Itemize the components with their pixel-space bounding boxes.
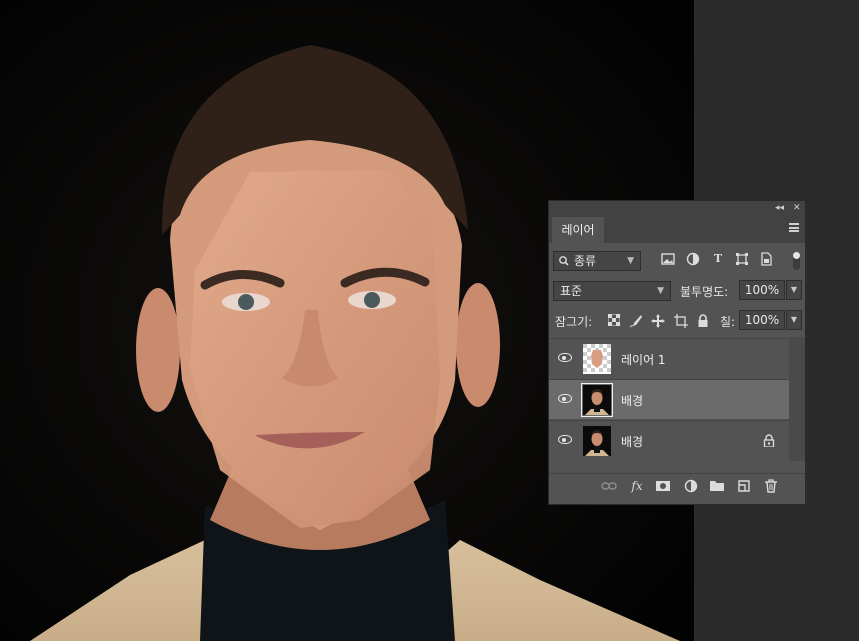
image-filter-icon[interactable] [661, 252, 675, 266]
collapse-panel-button[interactable]: ◂◂ [775, 201, 784, 215]
folder-icon[interactable] [709, 478, 725, 494]
blend-row: 표준 ▼ 불투명도: 100% ▼ [549, 277, 805, 307]
search-icon [558, 252, 570, 276]
opacity-dropdown-button[interactable]: ▼ [786, 280, 802, 300]
panel-footer: fx [549, 473, 805, 500]
filter-kind-label: 종류 [574, 254, 597, 268]
layer-thumbnail [583, 426, 611, 456]
new-layer-icon[interactable] [736, 478, 752, 494]
mask-icon[interactable] [655, 478, 671, 494]
panel-tabbar: 레이어 [549, 215, 805, 243]
lock-row: 잠그기: 칠: 100% ▼ [549, 307, 805, 337]
tab-layers[interactable]: 레이어 [552, 217, 604, 243]
chevron-down-icon: ▼ [627, 256, 634, 266]
fx-icon[interactable]: fx [629, 478, 645, 494]
opacity-label: 불투명도: [680, 285, 729, 299]
visibility-eye-icon[interactable] [558, 353, 572, 362]
lock-artboard-icon[interactable] [674, 314, 688, 328]
filter-row: 종류 ▼ T [549, 247, 805, 277]
adjustment-filter-icon[interactable] [686, 252, 700, 266]
opacity-input[interactable]: 100% [739, 280, 785, 300]
layer-row[interactable]: 레이어 1 [549, 338, 789, 378]
layer-thumbnail [581, 383, 613, 417]
close-panel-button[interactable]: ✕ [793, 201, 801, 215]
layer-row[interactable]: 배경 [549, 379, 789, 419]
link-layers-icon[interactable] [601, 478, 617, 494]
blend-mode-label: 표준 [560, 284, 583, 298]
type-filter-icon[interactable]: T [711, 252, 725, 266]
panel-header: ◂◂ ✕ [549, 201, 805, 215]
lock-icon[interactable] [763, 434, 775, 448]
filter-kind-dropdown[interactable]: 종류 ▼ [553, 251, 641, 271]
smart-object-filter-icon[interactable] [759, 252, 773, 266]
visibility-eye-icon[interactable] [558, 394, 572, 403]
layer-name: 배경 [621, 435, 644, 449]
filter-toggle-switch[interactable] [793, 252, 800, 270]
lock-label: 잠그기: [555, 315, 593, 329]
trash-icon[interactable] [763, 478, 779, 494]
lock-position-icon[interactable] [651, 314, 665, 328]
layer-name: 배경 [621, 394, 644, 408]
fill-label: 칠: [720, 315, 736, 329]
lock-transparent-pixels-icon[interactable] [607, 313, 621, 328]
lock-all-icon[interactable] [696, 314, 710, 328]
adjustment-layer-icon[interactable] [683, 478, 699, 494]
chevron-down-icon: ▼ [657, 286, 664, 296]
layer-name: 레이어 1 [621, 353, 666, 367]
layer-thumbnail [583, 344, 611, 374]
blend-mode-dropdown[interactable]: 표준 ▼ [553, 281, 671, 301]
layer-row[interactable]: 배경 [549, 420, 789, 460]
shape-filter-icon[interactable] [735, 252, 749, 266]
fill-dropdown-button[interactable]: ▼ [786, 310, 802, 330]
fill-input[interactable]: 100% [739, 310, 785, 330]
layer-list-scrollbar[interactable] [789, 337, 805, 461]
lock-image-pixels-icon[interactable] [629, 314, 643, 328]
panel-menu-icon[interactable] [789, 223, 799, 232]
layers-panel: ◂◂ ✕ 레이어 종류 ▼ T 표준 ▼ 불투명도: 100% ▼ 잠그기: 칠… [548, 200, 806, 505]
visibility-eye-icon[interactable] [558, 435, 572, 444]
